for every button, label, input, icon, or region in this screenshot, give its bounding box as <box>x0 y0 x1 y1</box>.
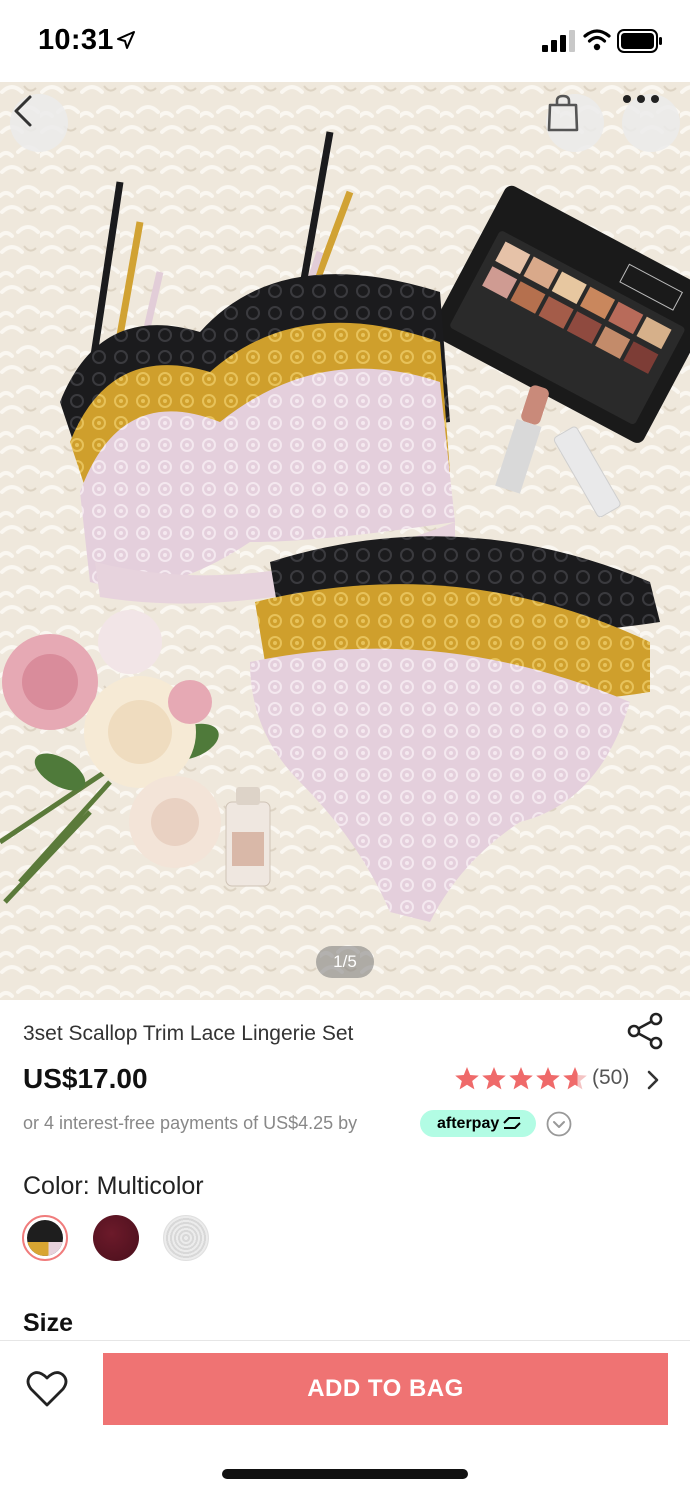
location-arrow-icon <box>117 31 135 49</box>
color-label: Color: Multicolor <box>23 1172 204 1200</box>
star-icon <box>482 1067 506 1090</box>
status-time: 10:31 <box>38 24 114 56</box>
more-options-button[interactable] <box>622 94 680 152</box>
chevron-right-icon[interactable] <box>644 1069 662 1091</box>
color-swatch-white[interactable] <box>163 1215 209 1261</box>
star-icon <box>455 1067 479 1090</box>
afterpay-info-chevron-icon[interactable] <box>546 1111 572 1137</box>
product-image[interactable]: 1/5 <box>0 82 690 1000</box>
afterpay-badge[interactable]: afterpay <box>420 1110 536 1137</box>
add-to-bag-button[interactable]: ADD TO BAG <box>103 1353 668 1425</box>
half-star-icon <box>563 1067 587 1090</box>
image-counter: 1/5 <box>316 946 374 978</box>
afterpay-logo-text: afterpay <box>437 1115 500 1132</box>
heart-icon[interactable] <box>26 1369 68 1409</box>
afterpay-installments-text: or 4 interest-free payments of US$4.25 b… <box>23 1113 358 1133</box>
home-indicator[interactable] <box>222 1469 468 1479</box>
shopping-bag-button[interactable] <box>546 94 604 152</box>
star-icon <box>509 1067 533 1090</box>
afterpay-arrows-icon <box>503 1117 521 1129</box>
product-photo-illustration <box>0 82 690 1000</box>
battery-icon <box>617 29 662 53</box>
status-bar: 10:31 <box>0 0 690 82</box>
wifi-icon <box>583 29 611 51</box>
rating-stars[interactable] <box>454 1066 590 1092</box>
more-horizontal-icon <box>623 95 659 103</box>
review-count[interactable]: (50) <box>592 1066 629 1090</box>
chevron-left-icon <box>14 95 32 127</box>
share-icon[interactable] <box>626 1012 664 1050</box>
size-label: Size <box>23 1309 74 1337</box>
star-icon <box>536 1067 560 1090</box>
cellular-signal-icon <box>542 30 575 52</box>
product-title: 3set Scallop Trim Lace Lingerie Set <box>23 1022 354 1045</box>
back-button[interactable] <box>10 94 68 152</box>
color-swatch-burgundy[interactable] <box>93 1215 139 1261</box>
product-price: US$17.00 <box>23 1063 148 1094</box>
shopping-bag-icon <box>547 94 579 132</box>
color-swatch-multicolor[interactable] <box>22 1215 68 1261</box>
